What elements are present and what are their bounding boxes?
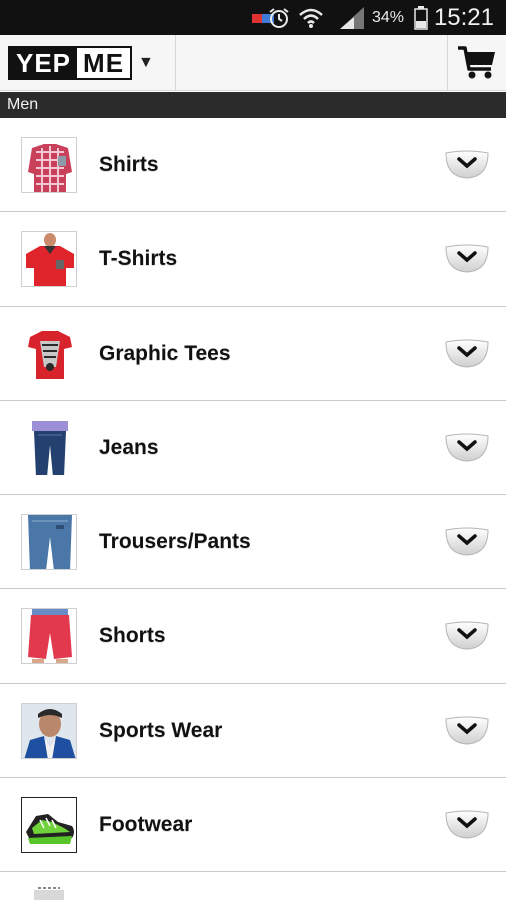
- battery-percent: 34%: [371, 8, 404, 26]
- brand-menu[interactable]: YEP ME ▼: [8, 45, 154, 81]
- header-divider: [175, 35, 176, 91]
- sportswear-thumbnail: [21, 702, 77, 759]
- category-row-graphic-tees[interactable]: Graphic Tees: [0, 306, 506, 401]
- category-label: Shirts: [99, 153, 159, 176]
- wifi-icon: [298, 0, 324, 35]
- expand-chevron-icon[interactable]: [444, 147, 490, 181]
- category-row-shirts[interactable]: Shirts: [0, 118, 506, 213]
- graphic-tee-thumbnail: [21, 325, 77, 382]
- battery-icon: [414, 0, 428, 35]
- alarm-icon: [268, 0, 290, 35]
- category-row-t-shirts[interactable]: T-Shirts: [0, 212, 506, 307]
- shirt-thumbnail: [21, 137, 77, 193]
- polo-thumbnail: [21, 231, 77, 288]
- logo-text-right: ME: [77, 48, 131, 78]
- category-row-sports-wear[interactable]: Sports Wear: [0, 683, 506, 779]
- expand-chevron-icon[interactable]: [444, 618, 490, 652]
- app-header: YEP ME ▼: [0, 35, 506, 91]
- yepme-logo: YEP ME: [8, 46, 133, 80]
- trousers-thumbnail: [21, 514, 77, 571]
- category-label: Trousers/Pants: [99, 530, 251, 554]
- expand-chevron-icon[interactable]: [444, 430, 490, 464]
- signal-icon: [340, 0, 364, 35]
- logo-text-left: YEP: [10, 48, 78, 78]
- expand-chevron-icon[interactable]: [444, 524, 490, 558]
- category-row-jeans[interactable]: Jeans: [0, 400, 506, 496]
- category-label: Sports Wear: [99, 718, 223, 742]
- jeans-thumbnail: [21, 419, 77, 476]
- category-list: Shirts T-Shirts Graphic Tees Jeans Trous…: [0, 118, 506, 912]
- expand-chevron-icon[interactable]: [444, 807, 490, 841]
- category-label: Footwear: [99, 813, 193, 837]
- expand-chevron-icon[interactable]: [444, 241, 490, 275]
- category-label: Graphic Tees: [99, 341, 231, 365]
- cart-icon: [458, 46, 495, 79]
- clock: 15:21: [433, 3, 494, 31]
- category-row-footwear[interactable]: Footwear: [0, 778, 506, 873]
- cart-button[interactable]: [448, 35, 506, 91]
- category-label: T-Shirts: [99, 247, 178, 271]
- caret-down-icon: ▼: [138, 54, 154, 71]
- section-title: Men: [0, 92, 506, 118]
- category-row-shorts[interactable]: Shorts: [0, 589, 506, 684]
- category-label: Jeans: [99, 435, 159, 459]
- status-bar: 34% 15:21: [0, 0, 506, 35]
- shorts-thumbnail: [21, 608, 77, 665]
- sneaker-thumbnail: [21, 797, 77, 854]
- accessory-thumbnail: [32, 886, 66, 901]
- category-label: Shorts: [99, 624, 166, 648]
- category-row-trousers-pants[interactable]: Trousers/Pants: [0, 495, 506, 590]
- expand-chevron-icon[interactable]: [444, 713, 490, 747]
- category-row-partial[interactable]: [0, 872, 506, 912]
- expand-chevron-icon[interactable]: [444, 336, 490, 370]
